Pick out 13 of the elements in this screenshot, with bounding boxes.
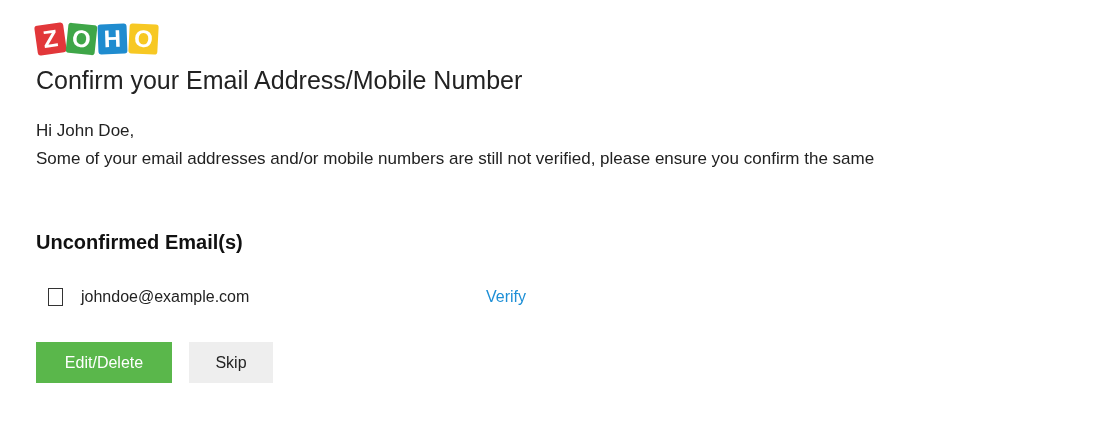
greeting-text: Hi John Doe, xyxy=(36,121,136,141)
edit-delete-button[interactable]: Edit/Delete xyxy=(36,342,172,383)
page-title: Confirm your Email Address/Mobile Number xyxy=(36,66,524,95)
skip-button[interactable]: Skip xyxy=(189,342,273,383)
email-address: johndoe@example.com xyxy=(81,288,251,306)
logo-letter: Z xyxy=(34,22,67,56)
section-heading: Unconfirmed Email(s) xyxy=(36,231,244,254)
verify-link[interactable]: Verify xyxy=(486,288,526,306)
checkbox[interactable] xyxy=(48,288,63,306)
logo-letter: O xyxy=(128,23,159,55)
message-text: Some of your email addresses and/or mobile numbers are still not verified, please ensure you confirm the same xyxy=(36,149,876,169)
logo-letter: O xyxy=(65,22,98,56)
logo-letter: H xyxy=(97,23,128,55)
